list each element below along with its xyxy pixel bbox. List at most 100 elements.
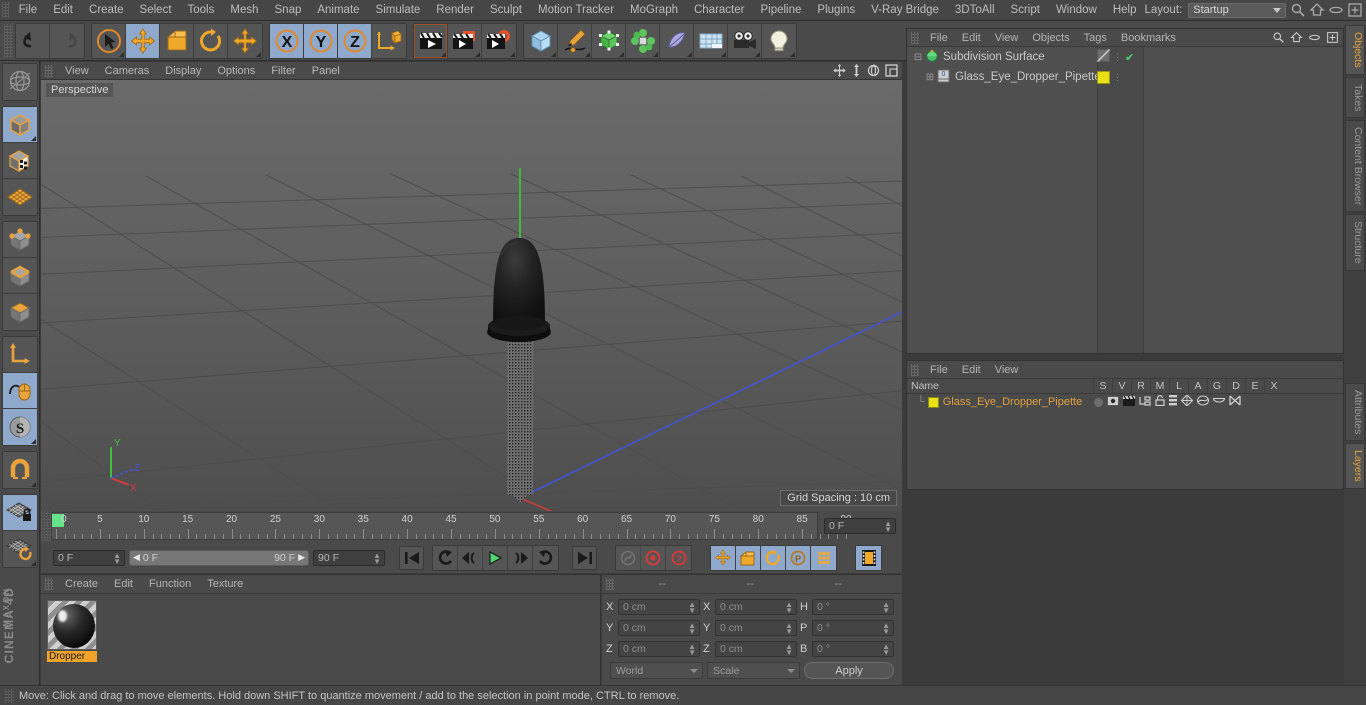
range-right-arrow-icon[interactable]: ▶ (298, 552, 305, 563)
viewport-menu-view[interactable]: View (57, 62, 97, 80)
expander-plus-icon[interactable]: ⊞ (923, 72, 937, 83)
object-menu-file[interactable]: File (923, 29, 955, 47)
workplane-lock-button[interactable] (2, 495, 37, 531)
viewport-grip[interactable] (45, 64, 53, 77)
search-icon[interactable] (1272, 31, 1285, 47)
check-icon[interactable]: ✔ (1125, 51, 1134, 64)
object-manager-grip[interactable] (911, 31, 919, 44)
redo-button[interactable] (50, 24, 84, 58)
stepper-icon[interactable]: ▲ ▼ (882, 622, 890, 636)
expressions-icon[interactable] (1213, 395, 1226, 409)
material-tag-icon[interactable] (1097, 70, 1110, 84)
pan-icon[interactable] (833, 64, 846, 80)
object-row-subdivision-surface[interactable]: ⊟ Subdivision Surface ⋮ ✔ (907, 47, 1343, 67)
animation-icon[interactable] (1169, 395, 1178, 409)
render-settings-button[interactable] (482, 24, 516, 58)
render-region-button[interactable] (448, 23, 482, 58)
current-frame-field[interactable]: 0 F ▲ ▼ (53, 549, 125, 566)
rot-p-field[interactable]: 0 ° ▲ ▼ (812, 620, 894, 636)
stepper-icon[interactable]: ▲ ▼ (882, 643, 890, 657)
size-x-field[interactable]: 0 cm ▲ ▼ (715, 599, 797, 615)
preview-range-bar[interactable]: ◀ 0 F 90 F ▶ (129, 549, 309, 566)
menu-create[interactable]: Create (81, 0, 132, 21)
dots-handle-icon[interactable]: ⋮ (1113, 73, 1122, 82)
record-position-button[interactable] (711, 545, 736, 570)
object-menu-objects[interactable]: Objects (1025, 29, 1076, 47)
lock-x-axis[interactable]: X (270, 23, 304, 58)
object-menu-bookmarks[interactable]: Bookmarks (1114, 29, 1183, 47)
timeline-grip[interactable] (41, 511, 51, 541)
move-secondary-tool[interactable] (228, 24, 262, 58)
menu-plugins[interactable]: Plugins (809, 0, 863, 21)
end-frame-field[interactable]: 90 F ▲ ▼ (313, 549, 385, 566)
coordinate-system-dropdown[interactable]: World (610, 662, 704, 679)
move-tool[interactable] (126, 23, 160, 58)
add-scene-object[interactable] (694, 23, 728, 58)
texture-mode-button[interactable] (2, 143, 37, 179)
menu-window[interactable]: Window (1048, 0, 1105, 21)
coordinate-mode-dropdown[interactable]: Scale (707, 662, 801, 679)
stepper-icon[interactable]: ▲ ▼ (113, 551, 121, 565)
menu-animate[interactable]: Animate (309, 0, 367, 21)
plus-box-icon[interactable] (1347, 2, 1363, 18)
rot-b-field[interactable]: 0 ° ▲ ▼ (812, 641, 894, 657)
next-frame-button[interactable] (508, 545, 533, 570)
object-row-glass-eye-dropper-pipette[interactable]: ⊞ 0 Glass_Eye_Dropper_Pipette ⋮ (907, 67, 1343, 87)
stepper-icon[interactable]: ▲ ▼ (785, 643, 793, 657)
planar-rotate-button[interactable] (3, 531, 37, 567)
record-pla-button[interactable]: P (786, 545, 811, 570)
soft-selection-button[interactable]: S (2, 409, 37, 445)
menu-help[interactable]: Help (1105, 0, 1145, 21)
timeline-filmstrip-button[interactable] (856, 545, 881, 570)
menu-file[interactable]: File (11, 0, 46, 21)
lock-z-axis[interactable]: Z (338, 23, 372, 58)
object-menu-view[interactable]: View (988, 29, 1026, 47)
menu-mograph[interactable]: MoGraph (622, 0, 686, 21)
add-primitive-cube[interactable] (524, 23, 558, 58)
ellipse-icon[interactable] (1308, 31, 1321, 47)
menu-character[interactable]: Character (686, 0, 753, 21)
maximize-icon[interactable] (885, 64, 898, 80)
pos-x-field[interactable]: 0 cm ▲ ▼ (618, 599, 700, 615)
home-icon[interactable] (1309, 2, 1325, 18)
world-object-axis[interactable] (372, 24, 406, 58)
record-scale-button[interactable] (736, 545, 761, 570)
viewport-menu-display[interactable]: Display (157, 62, 209, 80)
stepper-icon[interactable]: ▲ ▼ (688, 643, 696, 657)
manager-icon[interactable] (1139, 395, 1151, 409)
coordinates-grip[interactable] (606, 578, 614, 590)
timeline-track[interactable]: 051015202530354045505560657075808590 (51, 512, 852, 540)
material-menu-texture[interactable]: Texture (199, 575, 251, 594)
tab-takes[interactable]: Takes (1345, 76, 1365, 119)
polygons-mode-button[interactable] (3, 294, 37, 330)
apply-button[interactable]: Apply (804, 662, 894, 679)
edges-mode-button[interactable] (2, 258, 37, 294)
object-tag-cell[interactable]: ⋮ (1097, 67, 1143, 87)
pos-y-field[interactable]: 0 cm ▲ ▼ (618, 620, 700, 636)
scale-tool[interactable] (160, 23, 194, 58)
play-loop-button[interactable] (533, 545, 558, 570)
stepper-icon[interactable]: ▲ ▼ (785, 601, 793, 615)
generators-icon[interactable] (1180, 394, 1194, 409)
menu-edit[interactable]: Edit (45, 0, 81, 21)
menu-pipeline[interactable]: Pipeline (752, 0, 809, 21)
timeline-right-frame-field[interactable]: 0 F ▲ ▼ (824, 518, 896, 534)
stepper-icon[interactable]: ▲ ▼ (373, 551, 381, 565)
layer-color-swatch[interactable] (927, 396, 939, 408)
viewport-menu-options[interactable]: Options (209, 62, 263, 80)
rot-h-field[interactable]: 0 ° ▲ ▼ (812, 599, 894, 615)
layout-dropdown[interactable]: Startup (1188, 2, 1286, 18)
visible-icon[interactable] (1107, 395, 1120, 409)
lock-y-axis[interactable]: Y (304, 23, 338, 58)
live-selection-tool[interactable] (92, 23, 126, 58)
toolbar-grip[interactable] (4, 23, 13, 58)
material-menu-edit[interactable]: Edit (106, 575, 141, 594)
workplane-mode-button[interactable] (3, 179, 37, 215)
menu-vray-bridge[interactable]: V-Ray Bridge (863, 0, 947, 21)
menu-simulate[interactable]: Simulate (368, 0, 429, 21)
undo-view-button[interactable] (3, 64, 37, 100)
undo-button[interactable] (16, 23, 50, 58)
menu-motion-tracker[interactable]: Motion Tracker (530, 0, 622, 21)
dots-handle-icon[interactable]: ⋮ (1113, 53, 1122, 62)
render-view-button[interactable] (414, 23, 448, 58)
